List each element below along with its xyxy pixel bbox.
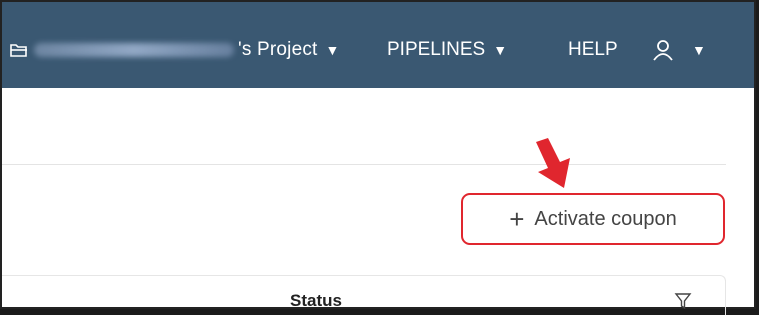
- project-selector[interactable]: 's Project ▼: [10, 37, 340, 63]
- table-header: [2, 275, 726, 315]
- nav-pipelines-label: PIPELINES: [387, 39, 486, 60]
- filter-icon[interactable]: [674, 292, 692, 310]
- chevron-down-icon: ▼: [325, 42, 340, 58]
- nav-help[interactable]: HELP: [568, 37, 618, 63]
- chevron-down-icon: ▼: [692, 42, 706, 58]
- activate-coupon-button[interactable]: + Activate coupon: [461, 193, 725, 245]
- user-icon: [653, 40, 673, 61]
- app-window: 's Project ▼ PIPELINES ▼ HELP ▼ + Activa…: [0, 0, 756, 315]
- column-header-status[interactable]: Status: [290, 291, 342, 311]
- folder-icon: [10, 44, 27, 57]
- user-menu[interactable]: ▼: [652, 37, 706, 63]
- redacted-project-owner: [34, 43, 234, 57]
- plus-icon: +: [509, 204, 525, 234]
- project-label: 's Project: [238, 39, 318, 60]
- nav-pipelines[interactable]: PIPELINES ▼: [387, 37, 507, 63]
- top-navigation-bar: 's Project ▼ PIPELINES ▼ HELP ▼: [2, 2, 754, 88]
- nav-help-label: HELP: [568, 39, 618, 60]
- activate-coupon-label: Activate coupon: [534, 207, 677, 230]
- pointer-arrow-icon: [536, 138, 570, 188]
- chevron-down-icon: ▼: [493, 42, 508, 58]
- section-divider: [2, 164, 726, 165]
